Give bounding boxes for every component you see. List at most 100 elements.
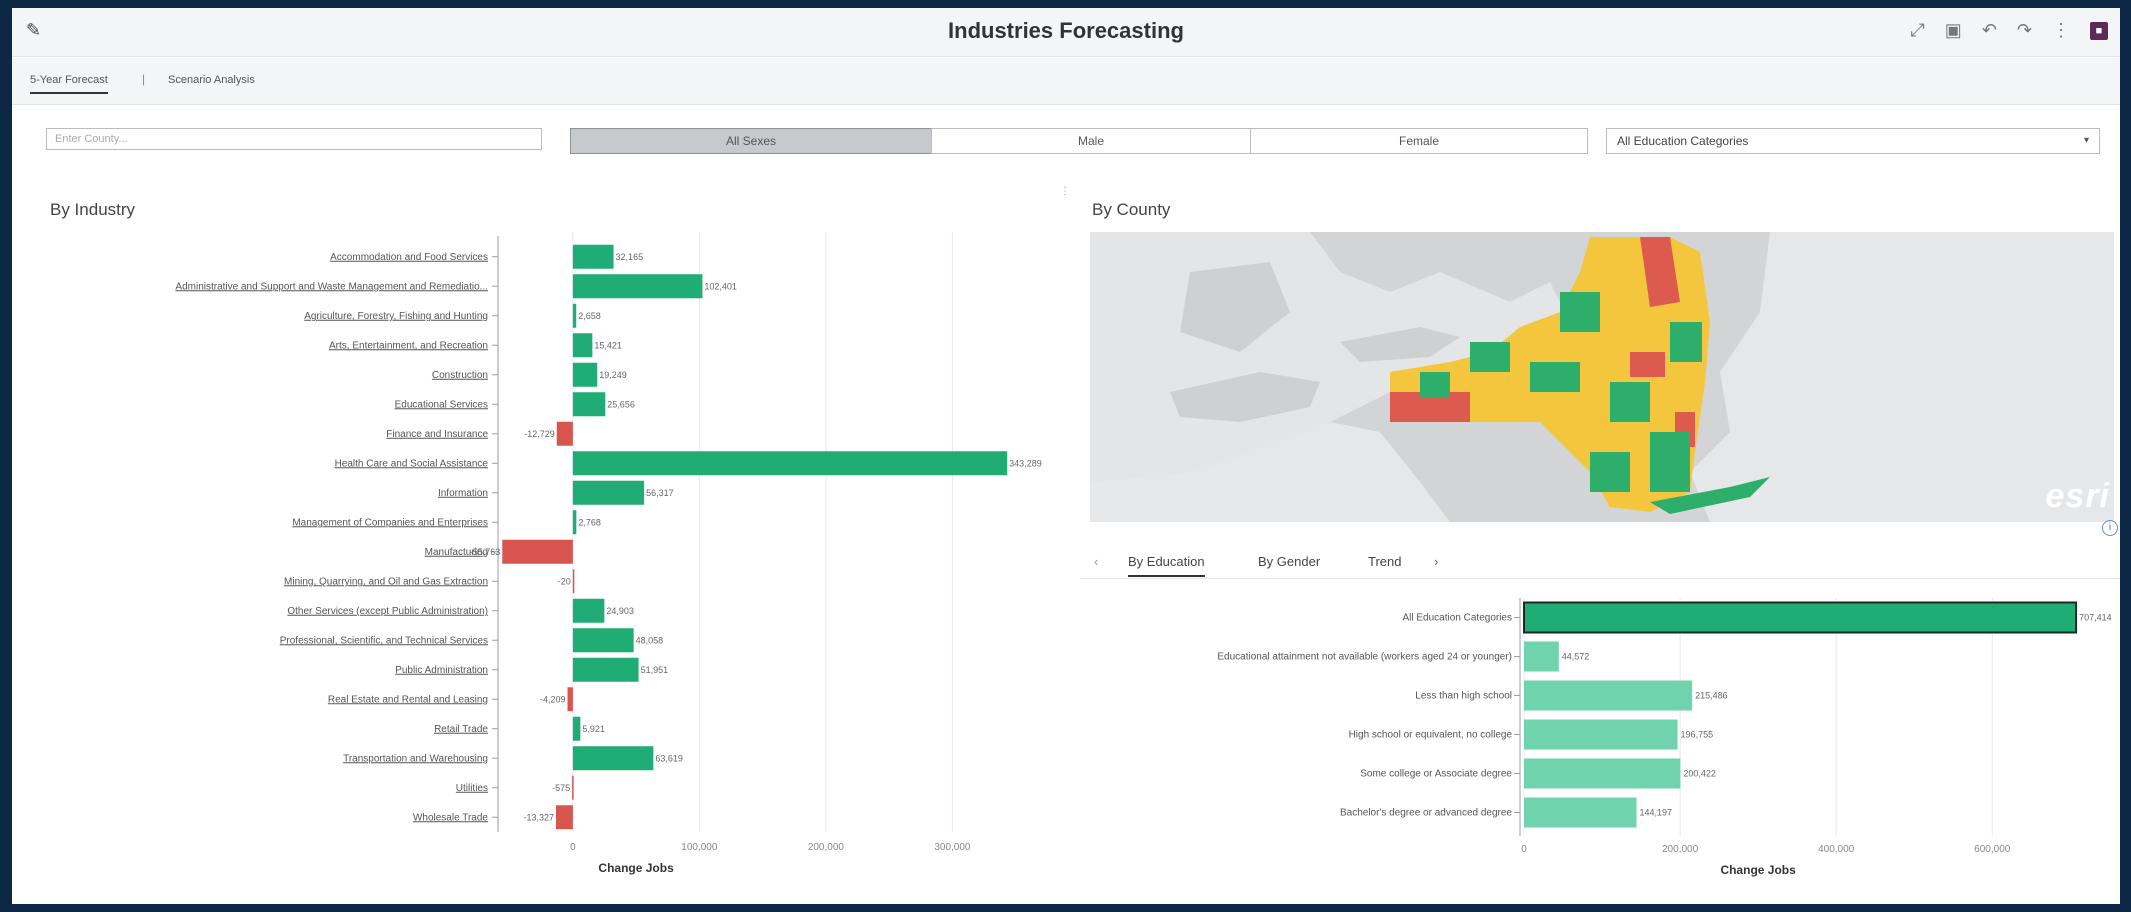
info-icon[interactable]: i (2102, 520, 2118, 536)
education-data-label: 196,755 (1681, 730, 1714, 740)
map-county-green (1420, 372, 1450, 397)
industry-data-label: -13,327 (523, 812, 554, 822)
industry-bar (572, 746, 654, 771)
x-tick-label: 200,000 (808, 842, 845, 853)
industry-section-title: By Industry (50, 200, 136, 219)
industry-data-label: -55,763 (470, 547, 501, 557)
education-subtabs: ‹ By Education By Gender Trend › (1080, 546, 2120, 579)
map-county-green (1590, 452, 1630, 492)
education-bar-chart: 0 200,000 400,000 600,000 All Education Cate… (1217, 598, 2112, 877)
education-category-label: Bachelor's degree or advanced degree (1340, 808, 1512, 819)
industry-data-label: 102,401 (704, 281, 737, 291)
map-county-green (1670, 322, 1702, 362)
industry-bar (572, 657, 639, 682)
industry-data-label: 5,921 (582, 724, 605, 734)
more-icon[interactable]: ⋮ (2052, 20, 2070, 41)
industry-bar (572, 569, 575, 594)
industry-x-axis-title: Change Jobs (598, 861, 674, 875)
user-badge-icon[interactable]: ■ (2090, 21, 2108, 40)
industry-bar (572, 628, 634, 653)
industry-bar (572, 333, 593, 358)
industry-data-label: -4,209 (540, 694, 566, 704)
redo-icon[interactable]: ↷ (2017, 20, 2032, 41)
industry-data-label: -12,729 (524, 429, 555, 439)
x-tick-label: 400,000 (1818, 844, 1855, 855)
chevron-left-icon[interactable]: ‹ (1094, 554, 1098, 569)
county-search-input[interactable]: Enter County... (46, 128, 542, 150)
industry-data-label: 56,317 (646, 488, 674, 498)
industry-data-label: -575 (552, 783, 570, 793)
industry-category-label: Arts, Entertainment, and Recreation (329, 340, 488, 351)
county-map[interactable]: esri (1090, 232, 2114, 522)
subtab-trend[interactable]: Trend (1368, 554, 1401, 569)
industry-bar (572, 598, 605, 623)
education-bar (1524, 680, 1693, 711)
education-category-label: High school or equivalent, no college (1349, 730, 1513, 741)
education-category-label: Some college or Associate degree (1360, 769, 1512, 780)
industry-bar (572, 716, 581, 741)
expand-icon[interactable]: ⤢ (1910, 20, 1924, 41)
education-data-label: 144,197 (1640, 808, 1673, 818)
education-data-label: 44,572 (1562, 652, 1590, 662)
subtab-by-gender[interactable]: By Gender (1258, 554, 1320, 569)
map-county-green (1560, 292, 1600, 332)
industry-bar (572, 392, 606, 417)
dashboard-frame: ✎ Industries Forecasting ⤢ ▣ ↶ ↷ ⋮ ■ 5-Y… (12, 8, 2120, 904)
industry-category-label: Agriculture, Forestry, Fishing and Hunti… (304, 311, 488, 322)
industry-category-label: Real Estate and Rental and Leasing (328, 694, 488, 705)
sex-option-female[interactable]: Female (1250, 128, 1588, 154)
industry-category-label: Transportation and Warehousing (343, 753, 488, 764)
x-tick-label: 600,000 (1974, 844, 2011, 855)
map-county-green (1470, 342, 1510, 372)
education-select-value: All Education Categories (1617, 134, 1749, 148)
map-county-green (1530, 362, 1580, 392)
industry-data-label: 48,058 (636, 635, 664, 645)
industry-data-label: 343,289 (1009, 458, 1042, 468)
save-icon[interactable]: ▣ (1945, 20, 1962, 41)
industry-bar (567, 687, 573, 712)
industry-bar (556, 421, 573, 446)
tab-scenario-analysis[interactable]: Scenario Analysis (168, 74, 255, 86)
education-select[interactable]: All Education Categories ▾ (1606, 128, 2100, 154)
industry-data-label: 63,619 (655, 753, 683, 763)
industry-bar (572, 244, 614, 269)
industry-bar (572, 362, 598, 387)
industry-category-label: Other Services (except Public Administra… (287, 606, 488, 617)
industry-bar-chart: 0 100,000 200,000 300,000 Accommodation and … (175, 232, 1042, 875)
education-data-label: 200,422 (1683, 769, 1716, 779)
industry-data-label: 19,249 (599, 370, 627, 380)
industry-category-label: Construction (432, 370, 488, 381)
industry-category-label: Accommodation and Food Services (330, 252, 488, 263)
industry-data-label: 25,656 (607, 399, 635, 409)
sex-option-male[interactable]: Male (931, 128, 1251, 154)
map-county-green (1650, 432, 1690, 492)
education-bar (1524, 719, 1678, 750)
map-watermark: esri (2045, 477, 2110, 515)
map-county-green (1610, 382, 1650, 422)
industry-category-label: Utilities (456, 783, 488, 794)
industry-category-label: Management of Companies and Enterprises (292, 517, 488, 528)
education-data-label: 707,414 (2079, 613, 2112, 623)
industry-category-label: Administrative and Support and Waste Man… (175, 281, 488, 292)
industry-bar (502, 539, 573, 564)
undo-icon[interactable]: ↶ (1982, 20, 1997, 41)
industry-data-label: -20 (558, 576, 571, 586)
industry-category-label: Information (438, 488, 488, 499)
industry-data-label: 15,421 (594, 340, 622, 350)
industry-category-label: Health Care and Social Assistance (335, 458, 489, 469)
tab-separator: | (142, 72, 146, 86)
x-tick-label: 0 (1521, 844, 1527, 855)
industry-category-label: Educational Services (395, 399, 488, 410)
x-tick-label: 200,000 (1662, 844, 1699, 855)
industry-bar (572, 274, 703, 299)
tab-5-year-forecast[interactable]: 5-Year Forecast (30, 74, 108, 94)
industry-bar (572, 303, 577, 328)
sex-option-all[interactable]: All Sexes (570, 128, 932, 154)
industry-category-label: Public Administration (395, 665, 488, 676)
x-tick-label: 100,000 (681, 842, 718, 853)
industry-data-label: 24,903 (606, 606, 634, 616)
chevron-right-icon[interactable]: › (1434, 554, 1438, 569)
map-canvas (1090, 232, 2114, 522)
subtab-by-education[interactable]: By Education (1128, 554, 1205, 577)
x-tick-label: 300,000 (934, 842, 971, 853)
